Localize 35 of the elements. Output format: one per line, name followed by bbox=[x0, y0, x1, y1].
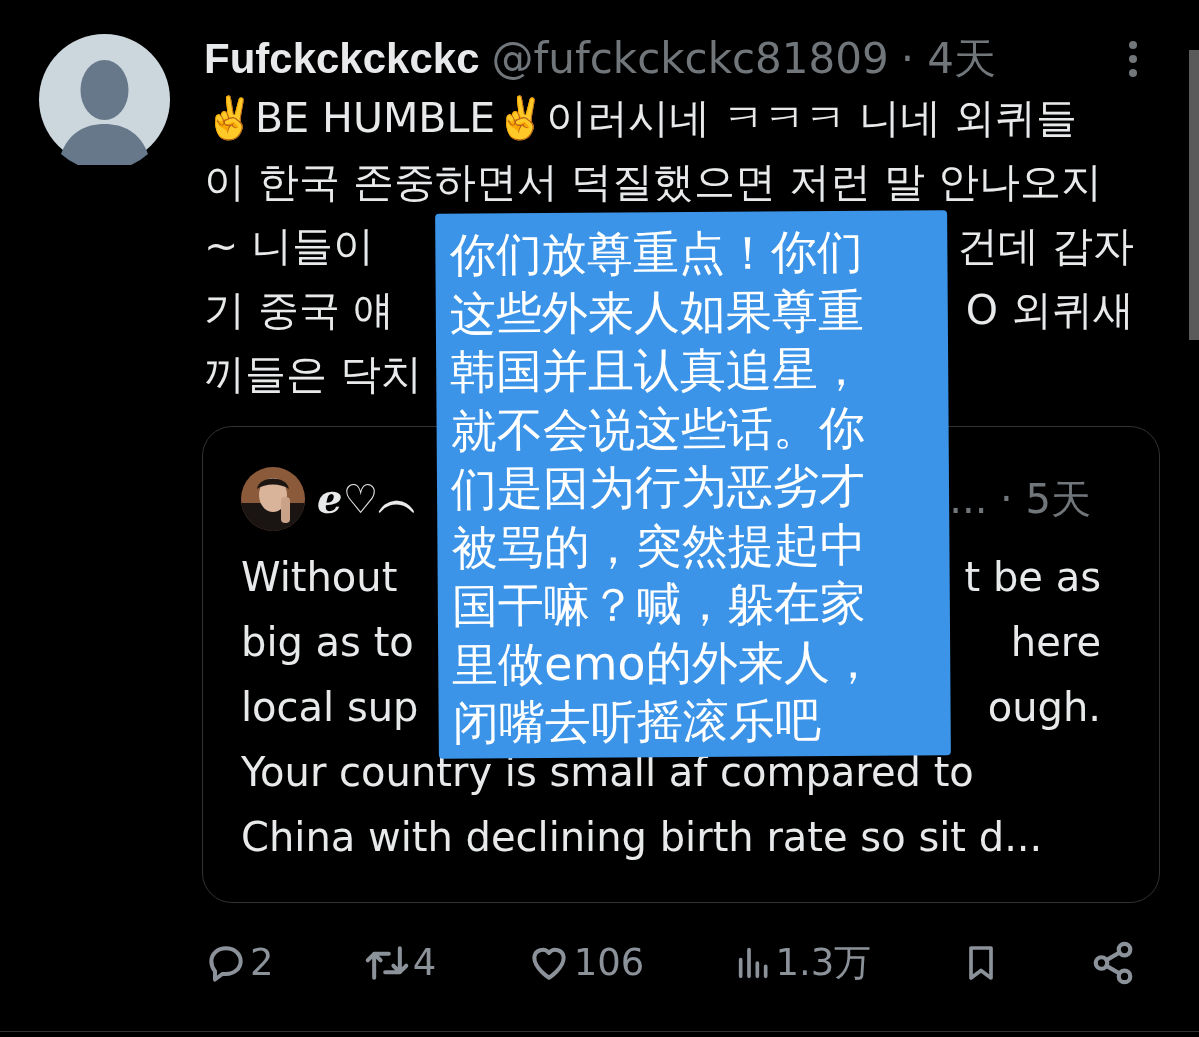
views-button[interactable]: 1.3万 bbox=[733, 935, 872, 991]
post-text: 기 중국 얘 bbox=[204, 285, 395, 336]
like-button[interactable]: 106 bbox=[525, 935, 645, 991]
post-text: 건데 갑자 bbox=[956, 221, 1134, 272]
note-text: 韩国并且认真追星， bbox=[450, 341, 865, 399]
post-text: ~ 니들이 bbox=[204, 221, 375, 272]
post-text: 이 한국 존중하면서 덕질했으면 저런 말 안나오지 bbox=[204, 157, 1103, 208]
note-text: 闭嘴去听摇滚乐吧 bbox=[452, 693, 821, 750]
note-text: 们是因为行为恶劣才 bbox=[450, 458, 866, 516]
post-text: 끼들은 닥치 bbox=[204, 349, 423, 400]
more-icon[interactable] bbox=[1127, 39, 1139, 79]
reply-button[interactable]: 2 bbox=[204, 935, 274, 991]
quoted-post-text: big as to bbox=[241, 618, 414, 667]
quoted-post-text: local sup bbox=[241, 683, 419, 732]
repost-button[interactable]: 4 bbox=[362, 935, 437, 991]
post-time: · 4天 bbox=[900, 34, 997, 84]
quoted-post-text: ough. bbox=[987, 683, 1101, 732]
note-text: 里做emo的外来人， bbox=[452, 634, 876, 692]
quoted-post-text: Without bbox=[241, 553, 398, 602]
note-text: 你们放尊重点！你们 bbox=[449, 224, 864, 282]
quoted-post-text: t be as bbox=[964, 553, 1101, 602]
quoted-post-text: here bbox=[1010, 618, 1101, 667]
post-text: O 외퀴새 bbox=[965, 285, 1134, 336]
quoted-post-text: Your country is small af compared to bbox=[241, 748, 974, 797]
note-text: 国干嘛？喊，躲在家 bbox=[451, 575, 866, 633]
note-text: 被骂的，突然提起中 bbox=[451, 517, 866, 575]
quoted-post-time: ... · 5天 bbox=[949, 475, 1091, 524]
quoted-author-name[interactable]: ℯ♡︵ bbox=[317, 469, 419, 529]
quoted-post-text: China with declining birth rate so sit d... bbox=[241, 813, 1043, 862]
note-text: 就不会说这些话。你 bbox=[450, 400, 865, 458]
author-name[interactable]: Fufckckckckc bbox=[204, 34, 480, 84]
note-text: 这些外来人如果尊重 bbox=[449, 283, 864, 341]
author-handle[interactable]: @fufckckckc81809 bbox=[491, 34, 889, 84]
avatar-icon bbox=[39, 34, 170, 165]
post-text: ✌BE HUMBLE✌이러시네 ㅋㅋㅋ 니네 외퀴들 bbox=[204, 93, 1078, 144]
